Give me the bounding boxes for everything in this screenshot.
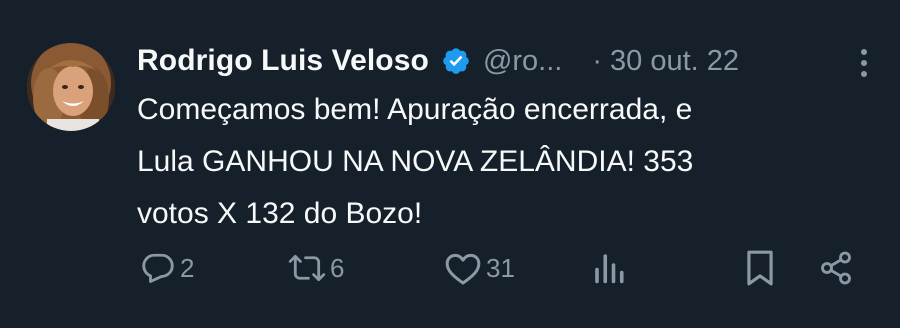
more-options-icon[interactable] [858,48,870,78]
share-button[interactable] [818,244,854,292]
bookmark-icon [744,249,776,287]
bookmark-button[interactable] [744,244,776,292]
tweet-header: Rodrigo Luis Veloso @ro... · 30 out. 22 [137,38,870,84]
like-button[interactable]: 31 [444,244,515,292]
retweet-count: 6 [330,252,345,283]
retweet-button[interactable]: 6 [288,244,344,292]
heart-icon [444,250,482,286]
reply-icon [140,250,176,286]
tweet-text: Começamos bem! Apuração encerrada, e Lul… [137,93,694,230]
share-icon [818,250,854,286]
retweet-icon [288,250,326,286]
like-count: 31 [486,252,515,283]
author-handle[interactable]: @ro... [483,45,562,78]
reply-button[interactable]: 2 [140,244,194,292]
action-bar: 2 6 31 [0,244,900,292]
analytics-icon [592,250,626,286]
separator-dot: · [592,44,603,77]
verified-badge-icon[interactable] [441,46,471,76]
reply-count: 2 [180,252,195,283]
author-name[interactable]: Rodrigo Luis Veloso [137,44,429,78]
tweet[interactable]: Rodrigo Luis Veloso @ro... · 30 out. 22 … [0,0,900,328]
timestamp[interactable]: 30 out. 22 [610,45,739,78]
avatar[interactable] [27,43,115,131]
views-button[interactable] [592,244,626,292]
